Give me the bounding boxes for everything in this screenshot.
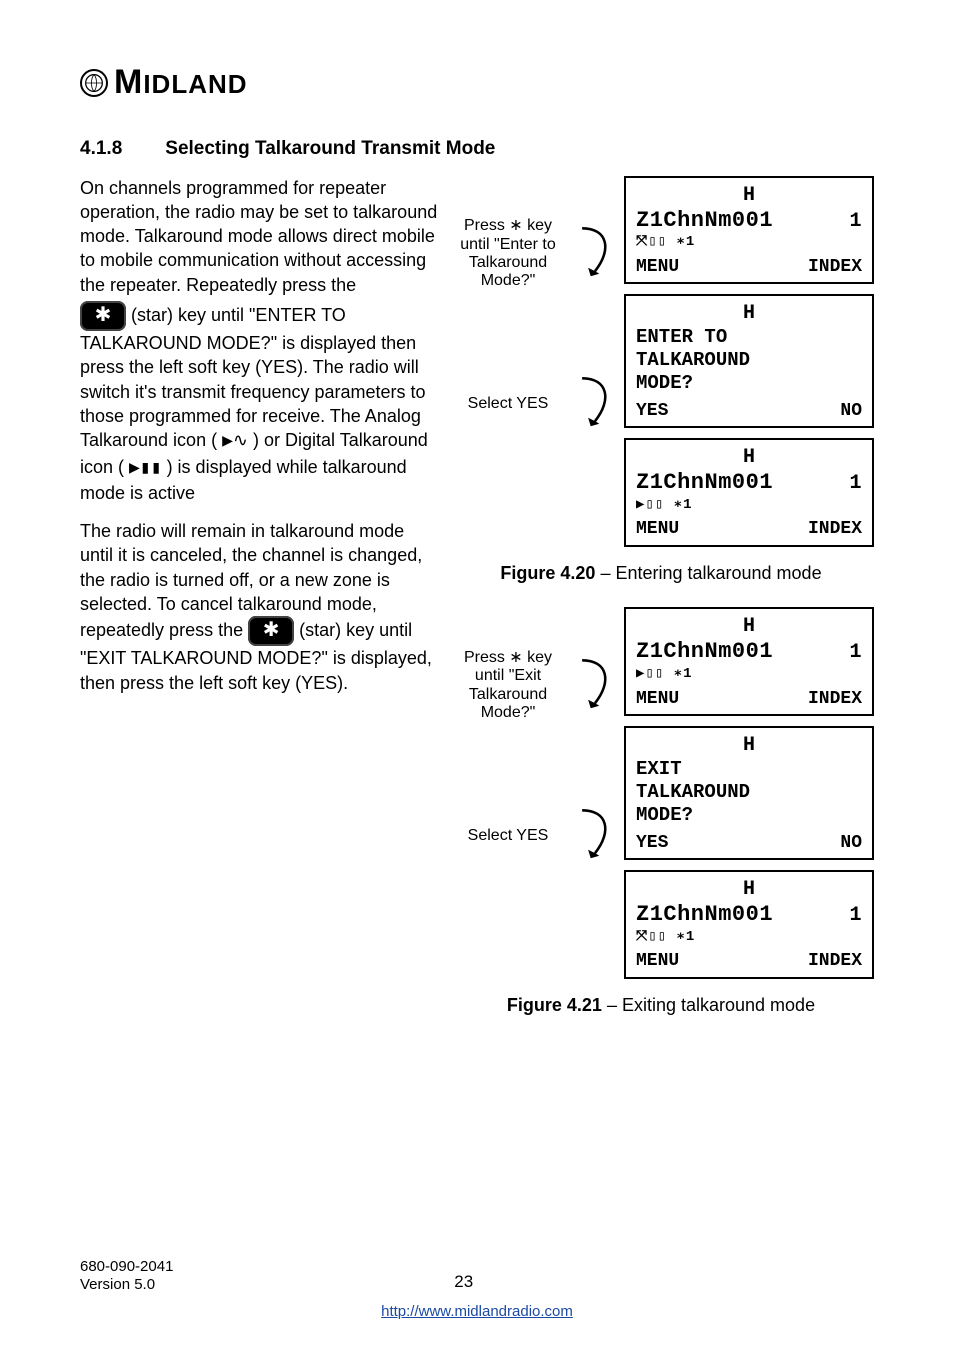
lcd-h: H — [636, 302, 862, 326]
step-exit-select: Select YES — [448, 827, 568, 845]
lcd-one: 1 — [849, 641, 862, 665]
section-heading: 4.1.8 Selecting Talkaround Transmit Mode — [80, 136, 874, 162]
lcd-menu: MENU — [636, 257, 679, 279]
lcd-line: TALKAROUND — [636, 781, 862, 804]
lcd-status-icons: ⤧▯▯ ∗1 — [636, 234, 862, 251]
para1b: (star) key until "ENTER TO TALKAROUND MO… — [80, 305, 426, 450]
page-footer: 680-090-2041 Version 5.0 23 http://www.m… — [80, 1258, 874, 1322]
globe-icon — [80, 69, 108, 97]
heading-number: 4.1.8 — [80, 136, 160, 162]
prose-column: On channels programmed for repeater oper… — [80, 176, 438, 695]
lcd-screen: H Z1ChnNm001 1 ⤧▯▯ ∗1 MENU INDEX — [624, 176, 874, 285]
lcd-one: 1 — [849, 472, 862, 496]
arrow-icon — [572, 806, 618, 866]
lcd-menu: MENU — [636, 519, 679, 541]
figure-text: – Entering talkaround mode — [595, 563, 821, 583]
lcd-screen: H Z1ChnNm001 1 ▶▯▯ ∗1 MENU INDEX — [624, 607, 874, 716]
star-key-icon: ✱ — [248, 616, 294, 646]
brand-logo: MMIDLANDIDLAND — [80, 60, 874, 106]
lcd-index: INDEX — [808, 257, 862, 279]
lcd-screen: H Z1ChnNm001 1 ⤧▯▯ ∗1 MENU INDEX — [624, 870, 874, 979]
analog-talkaround-icon: ▶∿ — [222, 432, 248, 452]
lcd-h: H — [636, 878, 862, 902]
arrow-icon — [572, 224, 618, 284]
lcd-screen: H Z1ChnNm001 1 ▶▯▯ ∗1 MENU INDEX — [624, 438, 874, 547]
lcd-channel: Z1ChnNm001 — [636, 902, 773, 928]
digital-talkaround-icon: ▶▮▮ — [129, 459, 162, 479]
lcd-status-icons: ⤧▯▯ ∗1 — [636, 929, 862, 946]
figure-420-caption: Figure 4.20 – Entering talkaround mode — [448, 561, 874, 585]
lcd-index: INDEX — [808, 519, 862, 541]
lcd-yes: YES — [636, 401, 668, 423]
step-exit-press: Press ∗ key until "Exit Talkaround Mode?… — [448, 649, 568, 723]
lcd-index: INDEX — [808, 689, 862, 711]
lcd-h: H — [636, 615, 862, 639]
heading-title: Selecting Talkaround Transmit Mode — [165, 138, 495, 159]
star-key-icon: ✱ — [80, 301, 126, 331]
lcd-h: H — [636, 184, 862, 208]
lcd-line: ENTER TO — [636, 326, 862, 349]
figure-label: Figure 4.20 — [500, 563, 595, 583]
lcd-line: TALKAROUND — [636, 349, 862, 372]
lcd-one: 1 — [849, 904, 862, 928]
arrow-icon — [572, 656, 618, 716]
lcd-no: NO — [840, 833, 862, 855]
lcd-status-icons: ▶▯▯ ∗1 — [636, 666, 862, 683]
figure-420-flow: Press ∗ key until "Enter to Talkaround M… — [448, 176, 874, 548]
lcd-line: MODE? — [636, 372, 862, 395]
lcd-channel: Z1ChnNm001 — [636, 639, 773, 665]
lcd-menu: MENU — [636, 951, 679, 973]
lcd-no: NO — [840, 401, 862, 423]
figure-label: Figure 4.21 — [507, 995, 602, 1015]
lcd-line: MODE? — [636, 804, 862, 827]
lcd-channel: Z1ChnNm001 — [636, 470, 773, 496]
lcd-status-icons: ▶▯▯ ∗1 — [636, 497, 862, 514]
arrow-icon — [572, 374, 618, 434]
doc-version: Version 5.0 — [80, 1276, 173, 1294]
lcd-one: 1 — [849, 210, 862, 234]
step-enter-select: Select YES — [448, 395, 568, 413]
lcd-screen: H ENTER TO TALKAROUND MODE? YES NO — [624, 294, 874, 428]
figure-text: – Exiting talkaround mode — [602, 995, 815, 1015]
doc-number: 680-090-2041 — [80, 1258, 173, 1276]
brand-text: MMIDLANDIDLAND — [114, 60, 248, 106]
page-number: 23 — [173, 1271, 754, 1294]
lcd-index: INDEX — [808, 951, 862, 973]
lcd-h: H — [636, 734, 862, 758]
footer-url: http://www.midlandradio.com — [80, 1302, 874, 1322]
para1a: On channels programmed for repeater oper… — [80, 178, 437, 295]
lcd-yes: YES — [636, 833, 668, 855]
step-enter-press: Press ∗ key until "Enter to Talkaround M… — [448, 217, 568, 291]
figure-421-flow: Press ∗ key until "Exit Talkaround Mode?… — [448, 607, 874, 979]
lcd-line: EXIT — [636, 758, 862, 781]
lcd-screen: H EXIT TALKAROUND MODE? YES NO — [624, 726, 874, 860]
figure-421-caption: Figure 4.21 – Exiting talkaround mode — [448, 993, 874, 1017]
lcd-menu: MENU — [636, 689, 679, 711]
lcd-h: H — [636, 446, 862, 470]
lcd-channel: Z1ChnNm001 — [636, 208, 773, 234]
